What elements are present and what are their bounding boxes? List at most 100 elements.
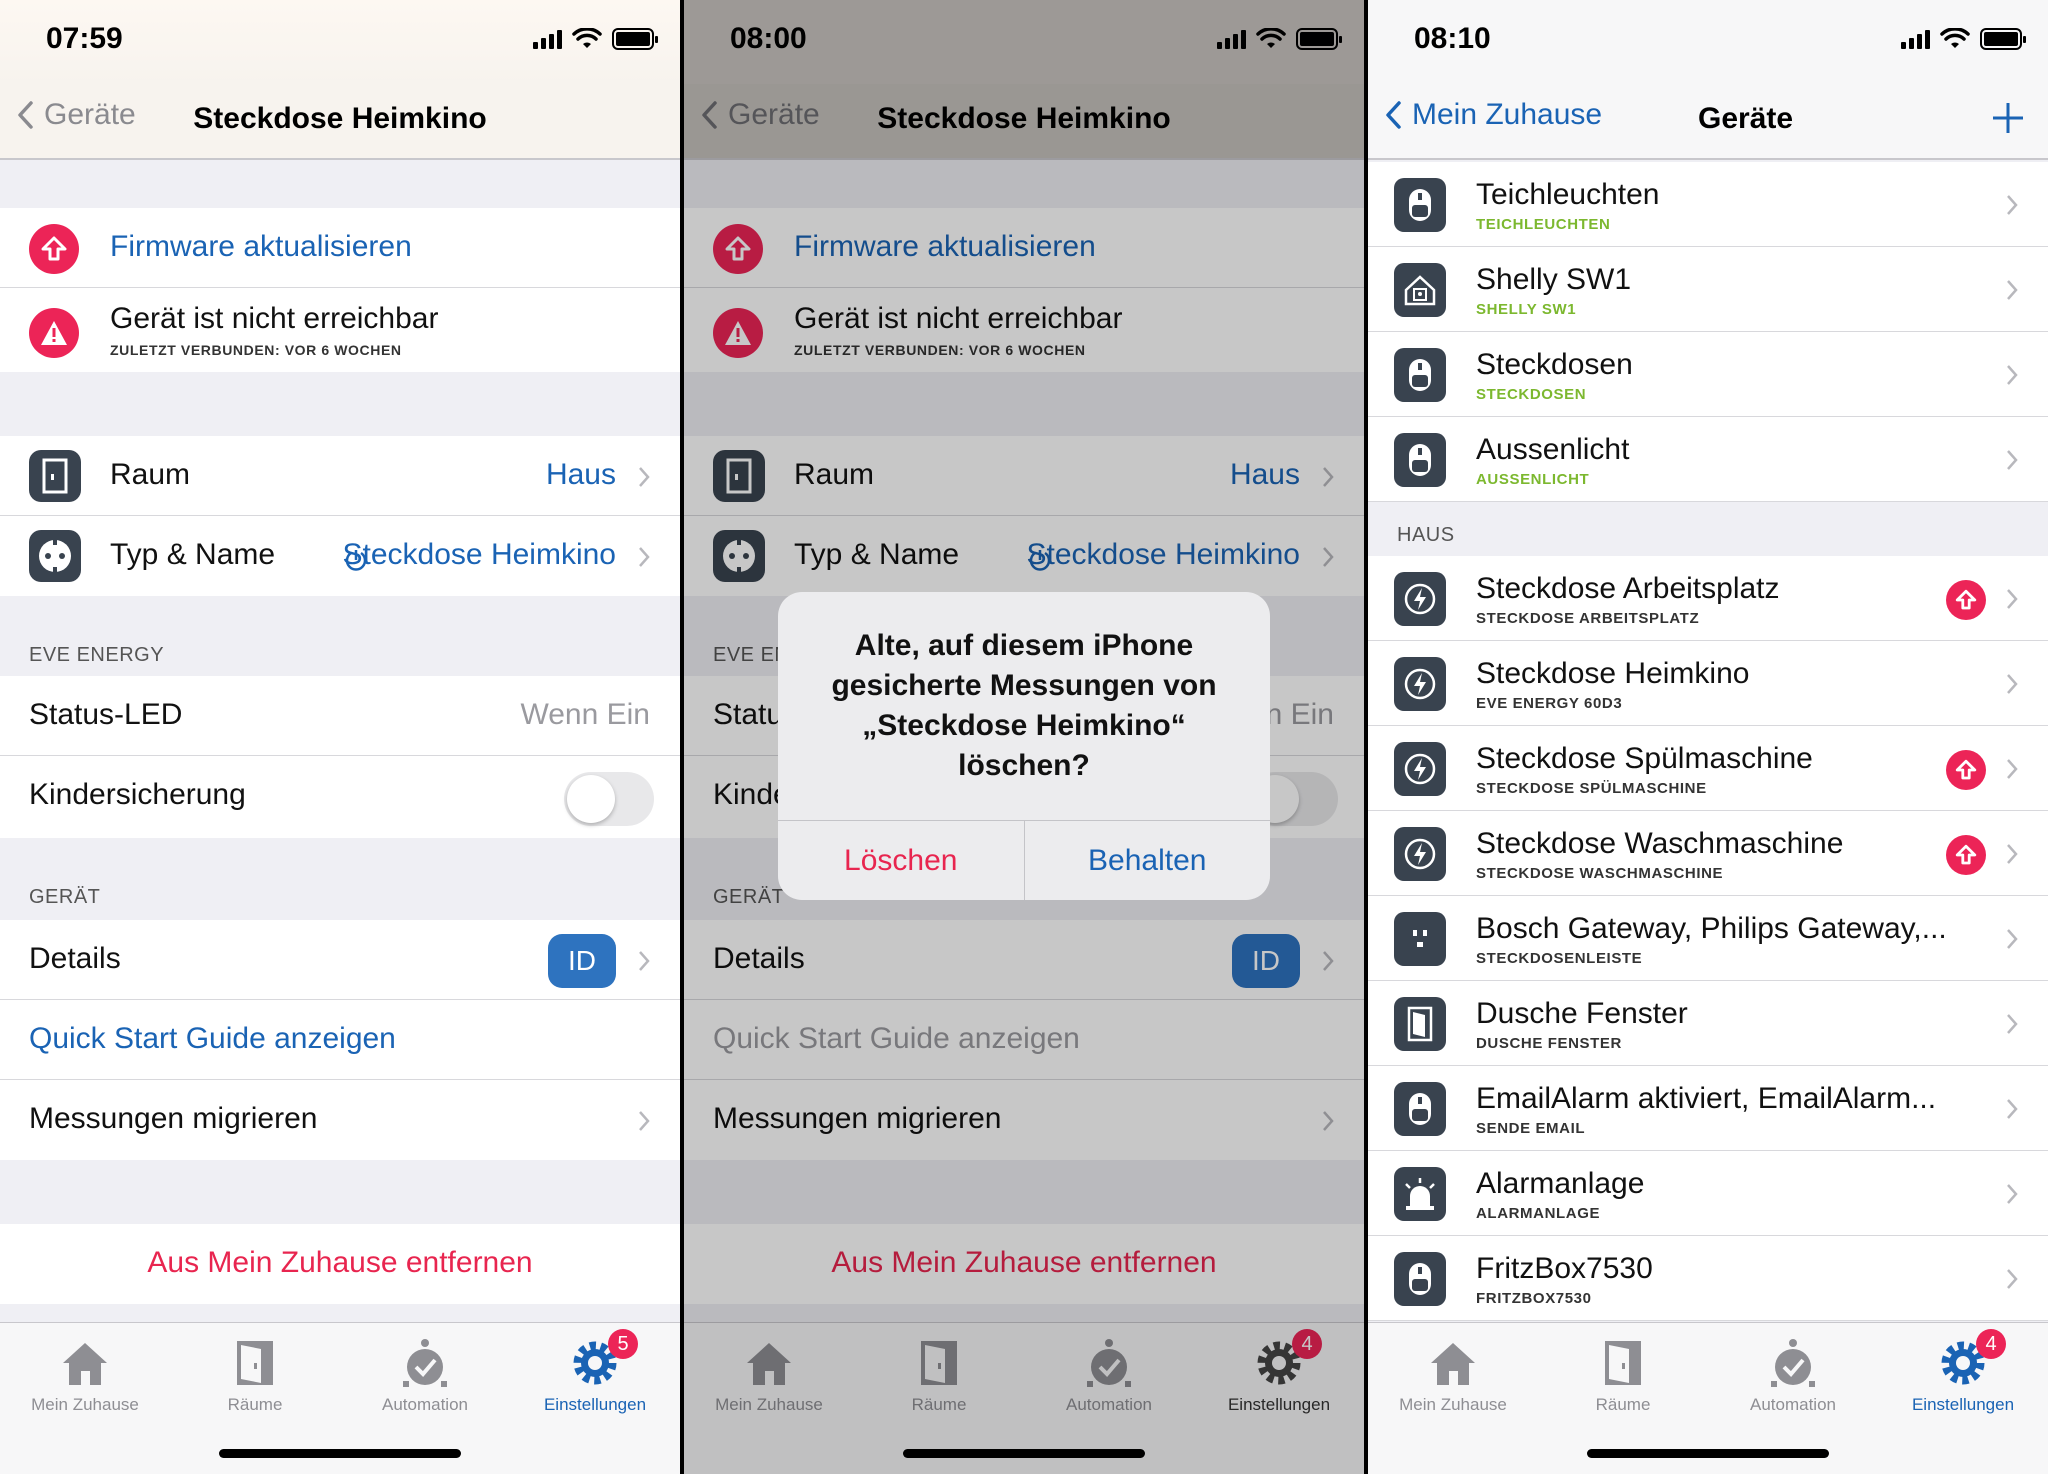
chevron-right-icon bbox=[639, 467, 650, 487]
outlet-icon bbox=[1394, 178, 1446, 232]
back-button[interactable]: Mein Zuhause bbox=[1384, 98, 1602, 132]
device-name: Steckdosen bbox=[1476, 348, 1633, 381]
tab-automation[interactable]: Automation bbox=[340, 1335, 510, 1415]
chevron-right-icon bbox=[2007, 759, 2018, 779]
device-row[interactable]: Shelly SW1 SHELLY SW1 bbox=[1368, 247, 2048, 332]
device-subtitle: AUSSENLICHT bbox=[1476, 471, 1590, 488]
chevron-right-icon bbox=[2007, 1099, 2018, 1119]
delete-button[interactable]: Löschen bbox=[778, 821, 1024, 900]
tab-label: Einstellungen bbox=[543, 1395, 647, 1414]
device-subtitle: STECKDOSEN bbox=[1476, 386, 1587, 403]
wifi-icon bbox=[572, 28, 602, 48]
navigation-bar: Mein Zuhause Geräte bbox=[1368, 84, 2048, 160]
device-row[interactable]: EmailAlarm aktiviert, EmailAlarm... SENDE… bbox=[1368, 1066, 2048, 1151]
house-icon bbox=[1394, 263, 1446, 317]
child-lock-toggle[interactable] bbox=[564, 772, 654, 826]
siren-icon bbox=[1394, 1167, 1446, 1221]
page-title: Steckdose Heimkino bbox=[193, 102, 487, 135]
remove-from-home-button[interactable]: Aus Mein Zuhause entfernen bbox=[0, 1246, 680, 1280]
device-row[interactable]: FritzBox7530 FRITZBOX7530 bbox=[1368, 1236, 2048, 1321]
status-time: 08:10 bbox=[1414, 22, 1491, 55]
device-subtitle: ALARMANLAGE bbox=[1476, 1205, 1601, 1222]
tab-bar: Mein Zuhause Räume Automation Einstellun… bbox=[1368, 1322, 2048, 1474]
remove-group: Aus Mein Zuhause entfernen bbox=[0, 1224, 680, 1304]
quick-start-row[interactable]: Quick Start Guide anzeigen bbox=[0, 1000, 680, 1080]
tab-raeume[interactable]: Räume bbox=[170, 1335, 340, 1415]
device-subtitle: TEICHLEUCHTEN bbox=[1476, 216, 1611, 233]
energy-icon bbox=[1394, 572, 1446, 626]
status-led-row[interactable]: Status-LED Wenn Ein bbox=[0, 676, 680, 756]
room-type-group: Raum Haus Typ & Name Steckdose Heimkino bbox=[0, 436, 680, 596]
tab-einstellungen[interactable]: Einstellungen 4 bbox=[1878, 1329, 2048, 1415]
details-row[interactable]: Details ID bbox=[0, 920, 680, 1000]
chevron-right-icon bbox=[2007, 280, 2018, 300]
signal-icon bbox=[1901, 29, 1930, 49]
window-icon bbox=[1394, 997, 1446, 1051]
device-row[interactable]: Teichleuchten TEICHLEUCHTEN bbox=[1368, 162, 2048, 247]
id-badge: ID bbox=[548, 934, 616, 988]
tab-einstellungen[interactable]: Einstellungen 5 bbox=[510, 1329, 680, 1415]
warning-icon bbox=[29, 308, 79, 358]
firmware-update-row[interactable]: Firmware aktualisieren bbox=[0, 208, 680, 288]
device-row[interactable]: Alarmanlage ALARMANLAGE bbox=[1368, 1151, 2048, 1236]
device-row[interactable]: Bosch Gateway, Philips Gateway,... STECKD… bbox=[1368, 896, 2048, 981]
details-label: Details bbox=[29, 942, 121, 975]
room-label: Raum bbox=[110, 458, 191, 491]
firmware-label: Firmware aktualisieren bbox=[110, 230, 412, 263]
device-name: EmailAlarm aktiviert, EmailAlarm... bbox=[1476, 1082, 1937, 1115]
room-row[interactable]: Raum Haus bbox=[0, 436, 680, 516]
chevron-right-icon bbox=[2007, 365, 2018, 385]
chevron-right-icon bbox=[2007, 1014, 2018, 1034]
type-name-row[interactable]: Typ & Name Steckdose Heimkino bbox=[0, 516, 680, 596]
page-title: Geräte bbox=[1698, 102, 1794, 135]
screen-device-settings: 07:59 Geräte Steckdose Heimkino Firmware… bbox=[0, 0, 680, 1474]
update-arrow-icon bbox=[29, 224, 79, 274]
type-label: Typ & Name bbox=[110, 538, 276, 571]
back-label: Mein Zuhause bbox=[1412, 98, 1603, 131]
migrate-row[interactable]: Messungen migrieren bbox=[0, 1080, 680, 1160]
eve-energy-group: Status-LED Wenn Ein Kindersicherung bbox=[0, 676, 680, 838]
energy-icon bbox=[1394, 657, 1446, 711]
tab-label: Räume bbox=[227, 1395, 283, 1414]
device-name: Steckdose Arbeitsplatz bbox=[1476, 572, 1780, 605]
delete-measurements-alert: Alte, auf diesem iPhone gesicherte Messu… bbox=[778, 592, 1270, 900]
keep-button[interactable]: Behalten bbox=[1023, 821, 1271, 900]
tab-mein-zuhause[interactable]: Mein Zuhause bbox=[1368, 1335, 1538, 1415]
door-icon bbox=[237, 1341, 273, 1385]
unreachable-row: Gerät ist nicht erreichbar ZULETZT VERBU… bbox=[0, 288, 680, 372]
chevron-right-icon bbox=[639, 547, 650, 567]
chevron-right-icon bbox=[2007, 674, 2018, 694]
signal-icon bbox=[533, 29, 562, 49]
outlet-face-icon bbox=[29, 530, 81, 582]
energy-icon bbox=[1394, 742, 1446, 796]
tab-raeume[interactable]: Räume bbox=[1538, 1335, 1708, 1415]
tab-automation[interactable]: Automation bbox=[1708, 1335, 1878, 1415]
alerts-group: Firmware aktualisieren Gerät ist nicht e… bbox=[0, 208, 680, 372]
device-row[interactable]: Steckdose Arbeitsplatz STECKDOSE ARBEITSP… bbox=[1368, 556, 2048, 641]
device-row[interactable]: Steckdose Waschmaschine STECKDOSE WASCHMA… bbox=[1368, 811, 2048, 896]
chevron-right-icon bbox=[639, 1111, 650, 1131]
device-row[interactable]: Steckdose Heimkino EVE ENERGY 60D3 bbox=[1368, 641, 2048, 726]
device-subtitle: STECKDOSE SPÜLMASCHINE bbox=[1476, 780, 1707, 797]
chevron-right-icon bbox=[2007, 195, 2018, 215]
device-name: Steckdose Spülmaschine bbox=[1476, 742, 1813, 775]
device-list-top: Teichleuchten TEICHLEUCHTEN Shelly SW1 SHEL… bbox=[1368, 162, 2048, 502]
add-device-button[interactable] bbox=[1990, 100, 2026, 136]
update-available-icon bbox=[1946, 580, 1986, 620]
device-row[interactable]: Aussenlicht AUSSENLICHT bbox=[1368, 417, 2048, 502]
home-icon bbox=[63, 1343, 107, 1385]
device-row[interactable]: Dusche Fenster DUSCHE FENSTER bbox=[1368, 981, 2048, 1066]
energy-icon bbox=[1394, 827, 1446, 881]
chevron-right-icon bbox=[2007, 1184, 2018, 1204]
device-name: FritzBox7530 bbox=[1476, 1252, 1653, 1285]
notification-badge: 4 bbox=[1976, 1329, 2006, 1359]
tab-label: Automation bbox=[1750, 1395, 1836, 1414]
device-row[interactable]: Steckdose Spülmaschine STECKDOSE SPÜLMASC… bbox=[1368, 726, 2048, 811]
quick-start-label: Quick Start Guide anzeigen bbox=[29, 1022, 396, 1055]
device-subtitle: EVE ENERGY 60D3 bbox=[1476, 695, 1623, 712]
update-available-icon bbox=[1946, 750, 1986, 790]
device-row[interactable]: Steckdosen STECKDOSEN bbox=[1368, 332, 2048, 417]
notification-badge: 5 bbox=[608, 1329, 638, 1359]
home-indicator bbox=[1587, 1449, 1829, 1458]
tab-mein-zuhause[interactable]: Mein Zuhause bbox=[0, 1335, 170, 1415]
